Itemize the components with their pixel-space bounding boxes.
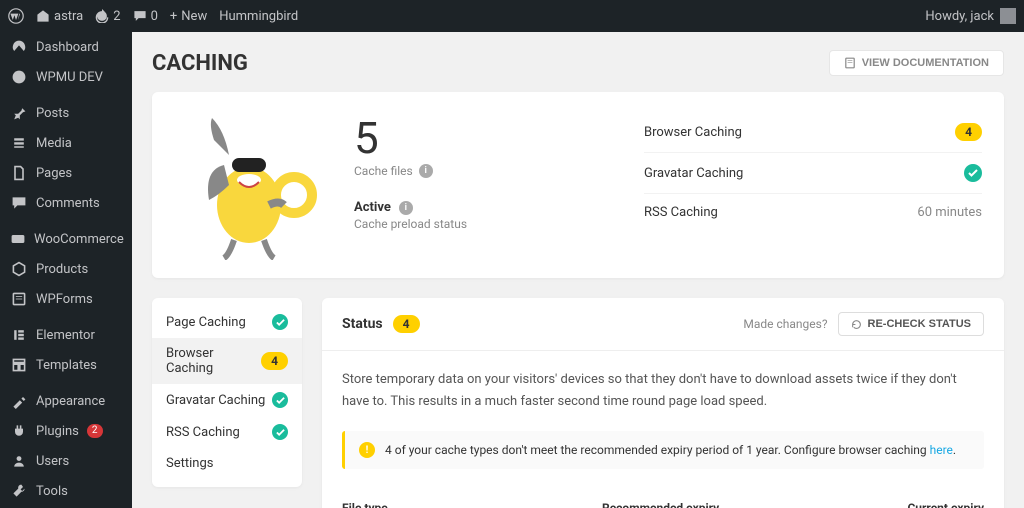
recheck-status-button[interactable]: RE-CHECK STATUS <box>838 312 984 336</box>
info-icon[interactable]: i <box>399 201 413 215</box>
media-icon <box>10 135 28 151</box>
warn-badge: 4 <box>261 352 288 370</box>
avatar[interactable] <box>1000 8 1016 24</box>
comments-icon <box>10 195 28 211</box>
menu-item-appearance[interactable]: Appearance <box>0 386 132 416</box>
col-recommended: Recommended expiry <box>602 501 864 508</box>
appearance-icon <box>10 393 28 409</box>
tools-icon <box>10 483 28 499</box>
menu-item-wpforms[interactable]: WPForms <box>0 284 132 314</box>
summary-card: 5 Cache filesi Activei Cache preload sta… <box>152 92 1004 278</box>
menu-item-woocommerce[interactable]: WooCommerce <box>0 224 132 254</box>
notice-text: 4 of your cache types don't meet the rec… <box>385 443 930 457</box>
pages-icon <box>10 165 28 181</box>
preload-status: Active <box>354 200 391 215</box>
site-link[interactable]: astra <box>36 9 83 24</box>
woo-icon <box>10 231 26 247</box>
check-icon <box>272 314 288 330</box>
warning-icon: ! <box>359 442 375 458</box>
plugins-icon <box>10 423 28 439</box>
col-current: Current expiry <box>864 501 984 508</box>
menu-item-plugins[interactable]: Plugins2 <box>0 416 132 446</box>
users-icon <box>10 453 28 469</box>
menu-item-tools[interactable]: Tools <box>0 476 132 506</box>
products-icon <box>10 261 28 277</box>
badge: 2 <box>87 424 103 438</box>
summary-row: Browser Caching4 <box>644 112 982 153</box>
comments-count: 0 <box>151 9 158 24</box>
templates-icon <box>10 357 28 373</box>
new-link[interactable]: + New <box>170 9 207 24</box>
info-icon[interactable]: i <box>419 164 433 178</box>
breadcrumb[interactable]: Hummingbird <box>219 9 298 24</box>
updates-link[interactable]: 2 <box>95 9 120 24</box>
admin-bar: astra 2 0 + New Hummingbird Howdy, jack <box>0 0 1024 32</box>
status-badge: 4 <box>393 315 420 333</box>
browser-caching-panel: Status 4 Made changes? RE-CHECK STATUS S… <box>322 298 1004 508</box>
made-changes-label: Made changes? <box>743 317 827 331</box>
pin-icon <box>10 105 28 121</box>
warning-notice: ! 4 of your cache types don't meet the r… <box>342 431 984 469</box>
status-label: Status <box>342 316 383 332</box>
notice-link[interactable]: here <box>930 443 953 457</box>
menu-item-users[interactable]: Users <box>0 446 132 476</box>
value: 60 minutes <box>917 205 982 220</box>
table-header: File type Recommended expiry Current exp… <box>322 489 1004 508</box>
menu-item-elementor[interactable]: Elementor <box>0 320 132 350</box>
comments-link[interactable]: 0 <box>133 9 158 24</box>
wpmudev-icon <box>10 69 28 85</box>
menu-item-dashboard[interactable]: Dashboard <box>0 32 132 62</box>
check-icon <box>272 392 288 408</box>
updates-count: 2 <box>113 9 120 24</box>
check-icon <box>272 424 288 440</box>
admin-menu: DashboardWPMU DEV PostsMediaPagesComments… <box>0 32 132 508</box>
menu-item-templates[interactable]: Templates <box>0 350 132 380</box>
caching-tabs: Page CachingBrowser Caching4Gravatar Cac… <box>152 298 302 487</box>
summary-row: Gravatar Caching <box>644 153 982 194</box>
doc-btn-label: VIEW DOCUMENTATION <box>862 57 989 69</box>
tab-gravatar-caching[interactable]: Gravatar Caching <box>152 384 302 416</box>
tab-settings[interactable]: Settings <box>152 448 302 479</box>
menu-item-comments[interactable]: Comments <box>0 188 132 218</box>
recheck-label: RE-CHECK STATUS <box>868 318 971 330</box>
wpforms-icon <box>10 291 28 307</box>
summary-row: RSS Caching60 minutes <box>644 194 982 231</box>
menu-item-products[interactable]: Products <box>0 254 132 284</box>
elementor-icon <box>10 327 28 343</box>
menu-item-media[interactable]: Media <box>0 128 132 158</box>
wp-logo-icon[interactable] <box>8 8 24 24</box>
dashboard-icon <box>10 39 28 55</box>
menu-item-pages[interactable]: Pages <box>0 158 132 188</box>
check-icon <box>964 164 982 182</box>
view-documentation-button[interactable]: VIEW DOCUMENTATION <box>829 50 1004 76</box>
page-title: CACHING <box>152 51 248 76</box>
howdy[interactable]: Howdy, jack <box>925 9 994 24</box>
tab-rss-caching[interactable]: RSS Caching <box>152 416 302 448</box>
warn-badge: 4 <box>955 123 982 141</box>
cache-files-count: 5 <box>354 116 614 160</box>
panel-description: Store temporary data on your visitors' d… <box>322 351 1004 431</box>
cache-files-label: Cache files <box>354 164 413 178</box>
col-file-type: File type <box>342 501 602 508</box>
hummingbird-mascot <box>174 110 324 260</box>
tab-page-caching[interactable]: Page Caching <box>152 306 302 338</box>
new-label: New <box>181 9 207 24</box>
preload-label: Cache preload status <box>354 217 467 231</box>
site-name: astra <box>54 9 83 24</box>
tab-browser-caching[interactable]: Browser Caching4 <box>152 338 302 384</box>
menu-item-wpmu-dev[interactable]: WPMU DEV <box>0 62 132 92</box>
menu-item-posts[interactable]: Posts <box>0 98 132 128</box>
